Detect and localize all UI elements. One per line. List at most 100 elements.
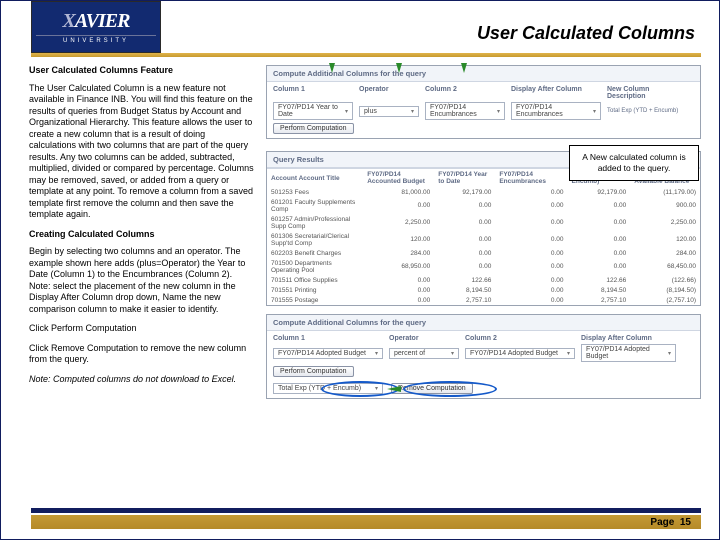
cell-value: 2,757.10 [434,295,495,305]
th: FY07/PD14 Encumbrances [495,169,567,188]
cell-value: 0.00 [495,197,567,214]
cell-value: 0.00 [495,275,567,285]
cell-value: 0.00 [363,285,434,295]
results-table: Account Account Title FY07/PD14 Accounte… [267,168,700,305]
operator-select[interactable]: plus [359,106,419,117]
column1-select[interactable]: FY07/PD14 Year to Date [273,102,353,120]
cell-value: (2,757.10) [630,295,700,305]
cell-value: 0.00 [434,258,495,275]
perform-computation-button[interactable]: Perform Computation [273,123,354,134]
section-heading: Creating Calculated Columns [29,229,254,241]
cell-value: (11,179.00) [630,187,700,197]
cell-value: 122.66 [568,275,631,285]
th-account: Account Account Title [267,169,363,188]
cell-value: 0.00 [495,231,567,248]
cell-value: 8,194.50 [568,285,631,295]
table-row: 601257 Admin/Professional Supp Comp2,250… [267,214,700,231]
col-header: Column 2 [425,86,505,100]
col-header: Display After Column [511,86,601,100]
col-header: Operator [359,86,419,100]
cell-value: 0.00 [568,231,631,248]
cell-value: 284.00 [630,248,700,258]
table-row: 701511 Office Supplies0.00122.660.00122.… [267,275,700,285]
cell-value: 68,450.00 [630,258,700,275]
page-number: 15 [680,517,691,528]
column2-select[interactable]: FY07/PD14 Adopted Budget [465,348,575,359]
page-title: User Calculated Columns [477,23,695,44]
cell-value: 120.00 [363,231,434,248]
footer-bar: Page 15 [31,515,701,529]
body-text: Click Remove Computation to remove the n… [29,343,254,366]
cell-value: 0.00 [495,258,567,275]
header-rule [31,53,701,57]
callout-box: A New calculated column is added to the … [569,145,699,181]
right-column: Compute Additional Columns for the query… [266,65,701,491]
logo-text: XXAVIERAVIER [62,10,129,33]
cell-value: 284.00 [363,248,434,258]
body-text: The User Calculated Column is a new feat… [29,83,254,221]
col-header: Column 1 [273,335,383,342]
logo-mark: XXAVIERAVIER [62,10,129,33]
body-text: Click Perform Computation [29,323,254,335]
body-text: Begin by selecting two columns and an op… [29,246,254,315]
cell-value: 0.00 [363,197,434,214]
cell-account: 601257 Admin/Professional Supp Comp [267,214,363,231]
arrow-down-icon [461,63,467,73]
perform-computation-button[interactable]: Perform Computation [273,366,354,377]
table-row: 601201 Faculty Supplements Comp0.000.000… [267,197,700,214]
cell-account: 601201 Faculty Supplements Comp [267,197,363,214]
page-label: Page [650,517,674,528]
cell-value: 0.00 [495,214,567,231]
cell-value: 0.00 [363,275,434,285]
display-after-select[interactable]: FY07/PD14 Adopted Budget [581,344,676,362]
cell-value: 0.00 [568,197,631,214]
table-row: 602203 Benefit Charges284.000.000.000.00… [267,248,700,258]
table-row: 701551 Printing0.008,194.500.008,194.50(… [267,285,700,295]
cell-account: 701555 Postage [267,295,363,305]
col-header: Display After Column [581,335,676,342]
cell-value: 81,000.00 [363,187,434,197]
section-heading: User Calculated Columns Feature [29,65,254,77]
cell-value: (122.66) [630,275,700,285]
content: User Calculated Columns Feature The User… [29,65,701,491]
cell-value: 120.00 [630,231,700,248]
note-text: Note: Computed columns do not download t… [29,374,254,386]
cell-value: 0.00 [495,285,567,295]
cell-value: 0.00 [434,197,495,214]
cell-value: 2,250.00 [630,214,700,231]
col-header: Operator [389,335,459,342]
new-col-desc: Total Exp (YTD + Encumb) [607,108,687,114]
logo: XXAVIERAVIER UNIVERSITY [31,1,161,53]
cell-account: 501253 Fees [267,187,363,197]
arrow-down-icon [396,63,402,73]
display-after-select[interactable]: FY07/PD14 Encumbrances [511,102,601,120]
col-header: Column 2 [465,335,575,342]
cell-value: 122.66 [434,275,495,285]
cell-account: 601306 Secretarial/Clerical Supp'td Comp [267,231,363,248]
slide: XXAVIERAVIER UNIVERSITY User Calculated … [0,0,720,540]
th: FY07/PD14 Accounted Budget [363,169,434,188]
column2-select[interactable]: FY07/PD14 Encumbrances [425,102,505,120]
footer: Page 15 [31,508,701,529]
operator-select[interactable]: percent of [389,348,459,359]
col-header: New Column Description [607,86,687,100]
cell-value: 0.00 [568,248,631,258]
header: XXAVIERAVIER UNIVERSITY User Calculated … [1,1,719,55]
table-row: 701500 Departments Operating Pool68,950.… [267,258,700,275]
cell-value: 0.00 [495,248,567,258]
table-row: 501253 Fees81,000.0092,179.000.0092,179.… [267,187,700,197]
compute-panel-bottom: Compute Additional Columns for the query… [266,314,701,399]
col-header: Column 1 [273,86,353,100]
logo-subtext: UNIVERSITY [36,35,156,44]
arrow-down-icon [329,63,335,73]
cell-value: 0.00 [363,295,434,305]
cell-value: 0.00 [434,248,495,258]
cell-value: 0.00 [495,187,567,197]
highlight-ellipse [403,381,497,397]
cell-value: 0.00 [495,295,567,305]
cell-account: 701511 Office Supplies [267,275,363,285]
cell-value: 900.00 [630,197,700,214]
column1-select[interactable]: FY07/PD14 Adopted Budget [273,348,383,359]
cell-value: 2,250.00 [363,214,434,231]
left-column: User Calculated Columns Feature The User… [29,65,254,491]
